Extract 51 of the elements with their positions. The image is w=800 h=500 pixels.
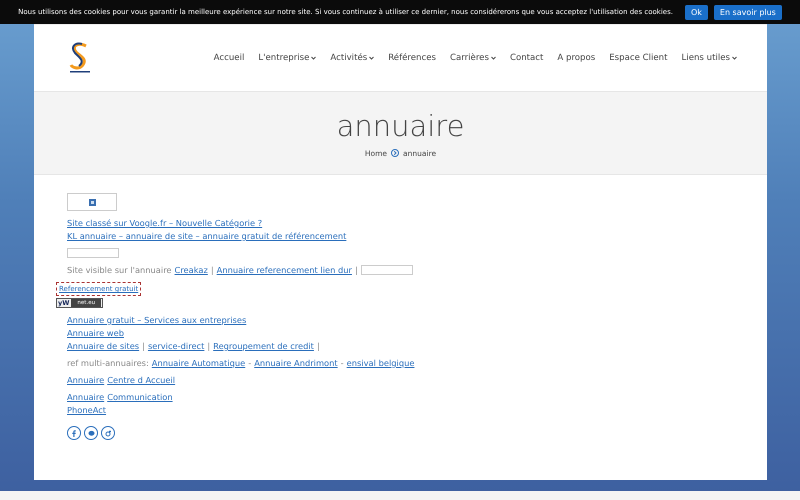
link[interactable]: Centre d Accueil (107, 375, 176, 385)
page-title: annuaire (336, 108, 464, 142)
link[interactable]: Annuaire gratuit – Services aux entreprises (67, 315, 246, 325)
google-plus-button[interactable] (101, 426, 115, 440)
link[interactable]: Regroupement de credit (213, 341, 314, 351)
link[interactable]: Annuaire de sites (67, 341, 140, 351)
text: ref multi-annuaires: (67, 358, 149, 368)
nav-link[interactable]: A propos (557, 53, 596, 63)
link[interactable]: Annuaire referencement lien dur (216, 265, 352, 275)
text: | (316, 341, 320, 351)
nav-link[interactable]: Contact (510, 53, 544, 63)
input-field[interactable] (360, 265, 413, 275)
link[interactable]: PhoneAct (67, 405, 106, 415)
link[interactable]: Annuaire web (67, 328, 124, 338)
link[interactable]: Communication (107, 392, 173, 402)
facebook-button[interactable] (67, 426, 81, 440)
nav-link[interactable]: Espace Client (609, 53, 668, 63)
text: | (207, 341, 210, 351)
nav-link[interactable]: Activités (330, 53, 374, 63)
logo-drawing (68, 41, 92, 75)
text: | (210, 265, 214, 275)
google-plus-icon (104, 430, 112, 436)
nav-link[interactable]: Références (388, 53, 436, 63)
link[interactable]: ensival belgique (346, 358, 414, 368)
text: - (340, 358, 344, 368)
link[interactable]: Annuaire Andrimont (254, 358, 338, 368)
chevron-down-icon (369, 56, 374, 60)
cookie-button[interactable]: Ok (684, 4, 708, 20)
link[interactable]: Annuaire (67, 392, 104, 402)
nav-link[interactable]: Accueil (214, 53, 244, 63)
text: | (354, 265, 358, 275)
text: | (142, 341, 145, 351)
input-field[interactable] (67, 248, 119, 258)
cookie-button[interactable]: En savoir plus (714, 4, 782, 20)
nav-link[interactable]: Carrières (450, 53, 496, 63)
nav-link[interactable]: Liens utiles (682, 53, 737, 63)
link[interactable]: Annuaire Automatique (152, 358, 246, 368)
chevron-down-icon (311, 56, 316, 60)
link[interactable]: KL annuaire – annuaire de site – annuaire gratuit de référencement (67, 231, 346, 241)
text: Site visible sur l'annuaire (67, 265, 172, 275)
link[interactable]: Annuaire (67, 375, 104, 385)
chevron-down-icon (732, 56, 737, 60)
nav-link[interactable]: L'entreprise (258, 53, 316, 63)
broken-image-icon (88, 198, 96, 206)
text: - (248, 358, 252, 368)
link[interactable]: Site classé sur Voogle.fr – Nouvelle Catégorie ? (67, 218, 262, 228)
chevron-down-icon (490, 56, 496, 60)
facebook-icon (72, 430, 76, 436)
link[interactable]: service-direct (148, 341, 204, 351)
link[interactable]: Creakaz (174, 265, 208, 275)
chevron-right-icon (391, 149, 400, 157)
